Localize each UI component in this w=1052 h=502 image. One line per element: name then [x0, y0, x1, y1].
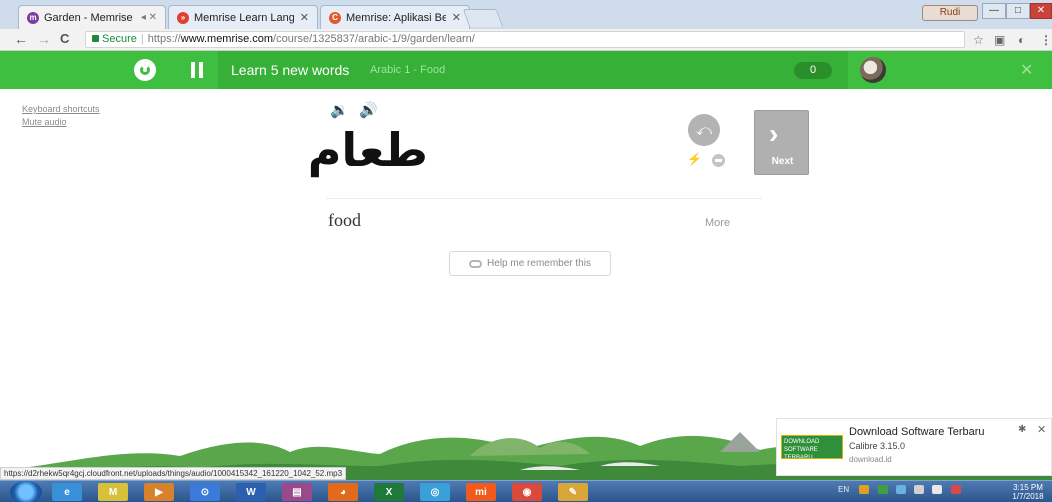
tab-garden-memrise[interactable]: m Garden - Memrise ◂ ✕ [18, 5, 166, 29]
menu-icon[interactable]: ⋮ [1040, 33, 1052, 47]
new-tab-button[interactable] [462, 9, 504, 27]
tab-close-icon[interactable]: ✕ [452, 11, 461, 24]
tray-app-icon[interactable] [895, 485, 906, 495]
tab-title: Garden - Memrise [44, 11, 133, 24]
memrise-favicon-icon: m [27, 11, 39, 24]
taskbar-clock[interactable]: 3:15 PM 1/7/2018 [1006, 483, 1050, 501]
extension-icon[interactable]: ▣ [994, 33, 1005, 47]
tab-memrise-aplikasi-belajar[interactable]: C Memrise: Aplikasi Belajar ✕ [320, 5, 470, 29]
slow-audio-speaker-icon[interactable]: 🔉 [330, 101, 349, 119]
back-icon[interactable]: ← [14, 31, 28, 47]
score-badge: 0 [794, 62, 832, 79]
taskbar-app-ie[interactable]: e [52, 483, 82, 501]
url-host: www.memrise.com [180, 33, 274, 45]
extension-icon[interactable]: ◐ [1018, 33, 1025, 47]
ad-banner: DOWNLOAD SOFTWARE TERBARU [781, 435, 843, 459]
taskbar-app-winrar[interactable]: ▤ [282, 483, 312, 501]
taskbar-app-paint[interactable]: ✎ [558, 483, 588, 501]
gear-icon[interactable]: ✱ [1018, 424, 1026, 435]
avatar[interactable] [860, 57, 886, 83]
close-icon[interactable]: ✕ [1037, 423, 1046, 436]
minus-circle-icon[interactable] [712, 154, 725, 167]
chevron-right-icon: › [769, 118, 779, 149]
minimize-button[interactable]: — [982, 3, 1006, 19]
keyboard-shortcuts-link[interactable]: Keyboard shortcuts [22, 104, 100, 114]
taskbar-app-explorer[interactable]: ⊙ [190, 483, 220, 501]
taskbar-app-search[interactable]: ◎ [420, 483, 450, 501]
tab-title: Memrise: Aplikasi Belajar [346, 11, 446, 24]
help-label: Help me remember this [487, 258, 591, 269]
forward-icon[interactable]: → [37, 31, 51, 47]
mem-icon [469, 259, 483, 268]
network-icon[interactable] [914, 485, 925, 495]
tab-close-icon[interactable]: ✕ [300, 11, 309, 24]
bolt-icon[interactable]: ⚡ [687, 152, 702, 166]
memrise-header-bar: Learn 5 new words Arabic 1 - Food 0 ✕ [0, 51, 1052, 89]
taskbar-app-word[interactable]: W [236, 483, 266, 501]
reload-icon[interactable]: C [60, 31, 69, 46]
memrise-chevron-favicon-icon: » [177, 11, 189, 24]
star-icon[interactable]: ☆ [973, 33, 984, 47]
download-ad-popup[interactable]: DOWNLOAD SOFTWARE TERBARU Download Softw… [776, 418, 1052, 476]
pause-icon[interactable] [190, 62, 204, 78]
taskbar-app-firefox[interactable]: ◕ [328, 483, 358, 501]
window-close-button[interactable]: ✕ [1030, 3, 1052, 19]
taskbar-app-xiaomi[interactable]: mi [466, 483, 496, 501]
session-title: Learn 5 new words [231, 62, 350, 78]
browser-toolbar: ← → C Secure | https://www.memrise.com/cou… [0, 29, 1052, 51]
tab-title: Memrise Learn Language [194, 11, 294, 24]
ad-domain: download.id [849, 455, 892, 464]
volume-icon[interactable] [932, 485, 943, 495]
link-status-bar: https://d2rhekw5qr4gcj.cloudfront.net/up… [0, 467, 347, 480]
url-scheme: https:// [147, 33, 181, 45]
memrise-logo-icon[interactable] [134, 59, 156, 81]
taskbar-app-excel[interactable]: X [374, 483, 404, 501]
tab-audio-icon[interactable]: ◂ ✕ [141, 12, 157, 23]
learn-word: طعام [307, 123, 428, 177]
audio-speaker-icon[interactable]: 🔊 [359, 101, 378, 119]
word-meaning: food [328, 210, 361, 230]
help-me-remember-button[interactable]: Help me remember this [449, 251, 611, 276]
clock-date: 1/7/2018 [1012, 492, 1044, 501]
windows-taskbar: e M ▶ ⊙ W ▤ ◕ X ◎ mi ◉ ✎ EN 3:15 PM 1/7/2018 [0, 480, 1052, 502]
ignore-word-icon[interactable]: ⤺ [688, 114, 720, 146]
next-label: Next [771, 156, 794, 167]
language-indicator[interactable]: EN [838, 485, 849, 494]
close-session-icon[interactable]: ✕ [1020, 60, 1033, 80]
ad-subtitle: Calibre 3.15.0 [849, 441, 906, 451]
address-bar[interactable]: Secure | https://www.memrise.com/course/13… [85, 31, 965, 48]
maximize-button[interactable]: □ [1006, 3, 1030, 19]
taskbar-app-media[interactable]: ▶ [144, 483, 174, 501]
next-button[interactable]: › Next [754, 110, 809, 175]
profile-button[interactable]: Rudi [922, 5, 978, 21]
lock-icon [92, 35, 99, 42]
tray-app-icon[interactable] [859, 485, 870, 495]
system-tray: EN [838, 485, 967, 495]
start-button[interactable] [10, 481, 42, 502]
divider [326, 198, 762, 199]
browser-tab-strip: m Garden - Memrise ◂ ✕ » Memrise Learn L… [0, 0, 1052, 29]
tab-memrise-learn-language[interactable]: » Memrise Learn Language ✕ [168, 5, 318, 29]
flag-icon[interactable] [950, 485, 961, 495]
clock-time: 3:15 PM [1013, 483, 1043, 492]
session-subtitle: Arabic 1 - Food [370, 64, 446, 76]
more-link[interactable]: More [705, 217, 730, 229]
taskbar-app-chrome[interactable]: ◉ [512, 483, 542, 501]
tray-app-icon[interactable] [877, 485, 888, 495]
taskbar-app-memrise-m[interactable]: M [98, 483, 128, 501]
mute-audio-link[interactable]: Mute audio [22, 117, 67, 127]
secure-label: Secure [102, 33, 137, 45]
memrise-c-favicon-icon: C [329, 11, 341, 24]
url-path: /course/1325837/arabic-1/9/garden/learn/ [273, 33, 475, 45]
ad-title: Download Software Terbaru [849, 426, 985, 438]
